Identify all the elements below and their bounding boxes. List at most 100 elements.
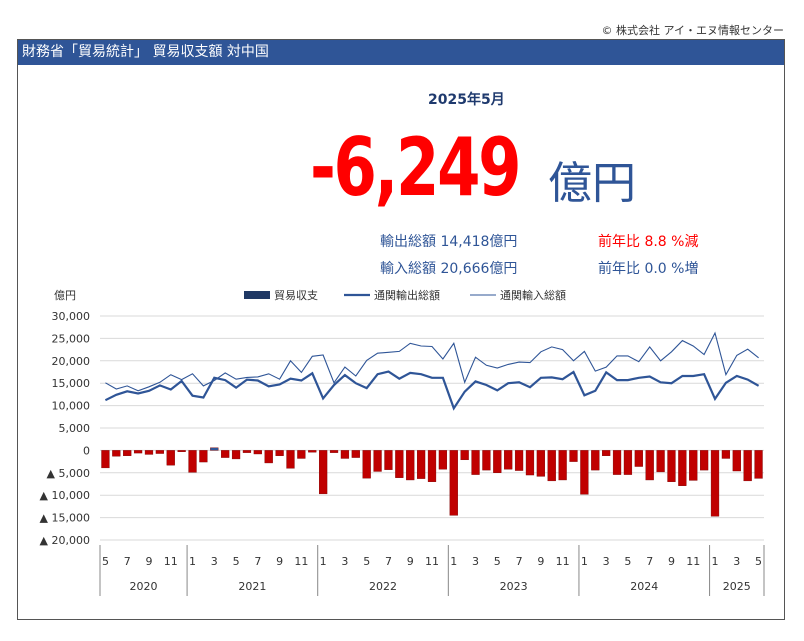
x-tick-label: 1 bbox=[581, 555, 588, 568]
balance-bar bbox=[384, 450, 393, 470]
balance-bar bbox=[721, 450, 731, 459]
x-tick-label: 5 bbox=[102, 555, 109, 568]
balance-bar bbox=[166, 450, 175, 466]
x-tick-label: 5 bbox=[494, 555, 501, 568]
x-tick-label: 3 bbox=[341, 555, 348, 568]
balance-bar bbox=[623, 450, 633, 475]
balance-bar bbox=[514, 450, 524, 471]
balance-bar bbox=[743, 450, 752, 482]
balance-bar bbox=[667, 450, 676, 482]
legend-label-export: 通関輸出総額 bbox=[374, 288, 440, 302]
x-tick-label: 3 bbox=[603, 555, 610, 568]
year-label: 2025 bbox=[723, 580, 751, 593]
y-tick-label: 0 bbox=[83, 444, 90, 457]
year-label: 2022 bbox=[369, 580, 397, 593]
year-label: 2023 bbox=[500, 580, 528, 593]
balance-bar bbox=[362, 450, 371, 479]
balance-bar bbox=[536, 450, 545, 477]
x-tick-label: 5 bbox=[755, 555, 762, 568]
x-tick-label: 11 bbox=[294, 555, 308, 568]
balance-bar bbox=[101, 450, 110, 469]
y-tick-label: 10,000 bbox=[52, 400, 91, 413]
balance-bar bbox=[754, 450, 763, 479]
year-label: 2020 bbox=[130, 580, 158, 593]
balance-bar bbox=[297, 450, 306, 459]
year-label: 2024 bbox=[630, 580, 658, 593]
balance-bar bbox=[242, 450, 252, 453]
x-tick-label: 11 bbox=[556, 555, 570, 568]
balance-bar bbox=[460, 450, 469, 461]
balance-bar bbox=[340, 450, 350, 459]
x-tick-label: 1 bbox=[450, 555, 457, 568]
x-tick-label: 5 bbox=[363, 555, 370, 568]
x-tick-label: 9 bbox=[668, 555, 675, 568]
balance-bar bbox=[645, 450, 654, 481]
y-tick-label: ▲ 15,000 bbox=[40, 512, 90, 525]
x-tick-label: 3 bbox=[472, 555, 479, 568]
balance-bar bbox=[264, 450, 273, 464]
balance-bar bbox=[373, 450, 382, 472]
x-tick-label: 5 bbox=[624, 555, 631, 568]
x-tick-label: 3 bbox=[211, 555, 218, 568]
balance-bar bbox=[406, 450, 415, 481]
balance-bar bbox=[112, 450, 121, 457]
trade-balance-chart: 億円 30,000 25,000 20,000 15,000 10,000 5,000 0 ▲ … bbox=[40, 288, 765, 596]
balance-bar bbox=[482, 450, 491, 471]
balance-bar bbox=[569, 450, 578, 462]
x-tick-label: 9 bbox=[537, 555, 544, 568]
y-tick-label: 30,000 bbox=[52, 310, 91, 323]
balance-bar bbox=[438, 450, 448, 470]
x-tick-label: 7 bbox=[124, 555, 131, 568]
balance-bar bbox=[199, 450, 208, 463]
balance-bar bbox=[133, 450, 143, 454]
y-tick-label: 25,000 bbox=[52, 332, 91, 345]
balance-bar bbox=[471, 450, 480, 475]
balance-bar bbox=[612, 450, 622, 475]
balance-bar bbox=[504, 450, 513, 470]
y-axis: 億円 30,000 25,000 20,000 15,000 10,000 5,000 0 ▲ … bbox=[40, 289, 90, 547]
balance-bar bbox=[416, 450, 426, 479]
y-tick-label: ▲ 20,000 bbox=[40, 534, 90, 547]
export-line bbox=[104, 370, 760, 411]
balance-bar bbox=[329, 450, 339, 453]
y-tick-label: ▲ 5,000 bbox=[47, 467, 90, 480]
balance-bar bbox=[656, 450, 665, 473]
y-tick-label: 20,000 bbox=[52, 355, 91, 368]
x-tick-label: 11 bbox=[425, 555, 439, 568]
chart-legend: 貿易収支 通関輸出総額 通関輸入総額 bbox=[244, 288, 566, 302]
x-tick-label: 7 bbox=[254, 555, 261, 568]
balance-bar bbox=[427, 450, 437, 482]
y-tick-label: ▲ 10,000 bbox=[40, 489, 90, 502]
balance-bar bbox=[395, 450, 404, 478]
balance-bar bbox=[253, 450, 262, 455]
legend-label-balance: 貿易収支 bbox=[274, 289, 318, 302]
x-tick-label: 9 bbox=[276, 555, 283, 568]
balance-bar bbox=[275, 450, 284, 456]
x-tick-label: 9 bbox=[407, 555, 414, 568]
y-tick-label: 5,000 bbox=[59, 422, 91, 435]
balance-bar bbox=[689, 450, 698, 481]
x-tick-label: 7 bbox=[516, 555, 523, 568]
balance-bar bbox=[210, 447, 219, 451]
balance-bar bbox=[732, 450, 741, 472]
x-tick-label: 1 bbox=[320, 555, 327, 568]
x-tick-label: 11 bbox=[686, 555, 700, 568]
balance-bar bbox=[678, 450, 687, 486]
balance-bar bbox=[155, 450, 164, 454]
legend-label-import: 通関輸入総額 bbox=[500, 288, 566, 302]
balance-bar bbox=[123, 450, 132, 456]
x-tick-label: 5 bbox=[233, 555, 240, 568]
balance-bar bbox=[710, 450, 720, 517]
balance-bar bbox=[591, 450, 600, 471]
x-tick-label: 3 bbox=[733, 555, 740, 568]
balance-bar bbox=[319, 450, 328, 495]
balance-bar bbox=[634, 450, 643, 467]
balance-bar bbox=[188, 450, 197, 473]
balance-bar bbox=[221, 450, 230, 458]
balance-bar bbox=[231, 450, 241, 460]
balance-bar bbox=[547, 450, 556, 482]
year-label: 2021 bbox=[238, 580, 266, 593]
y-axis-unit-label: 億円 bbox=[54, 289, 76, 302]
balance-bar bbox=[493, 450, 502, 473]
balance-bar bbox=[558, 450, 567, 481]
